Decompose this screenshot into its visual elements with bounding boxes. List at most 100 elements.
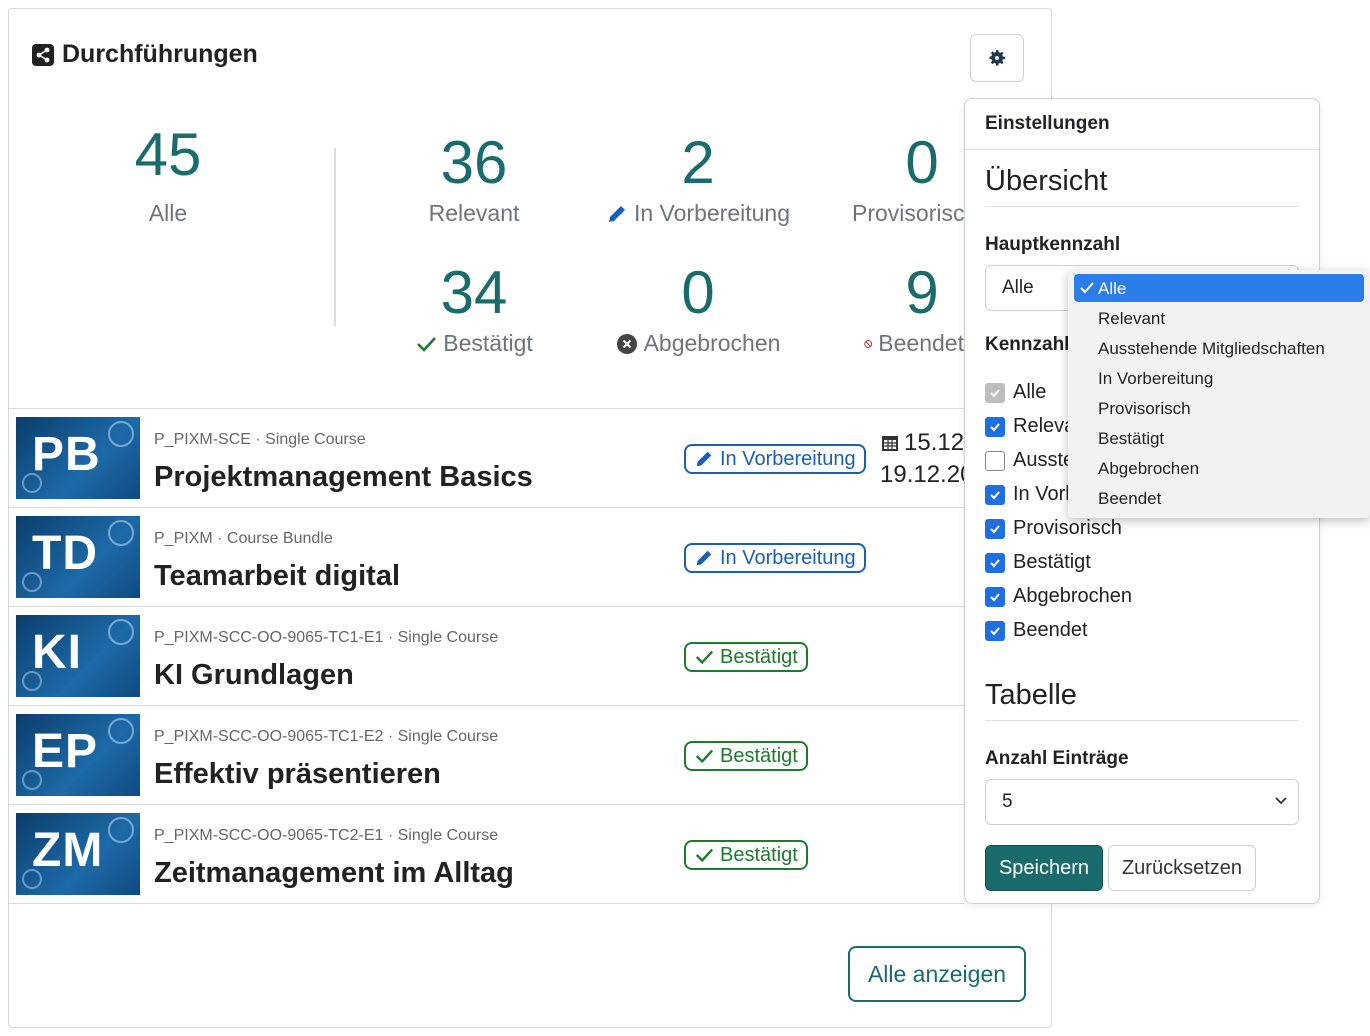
kpi-divider (334, 148, 336, 326)
dropdown-option-beendet[interactable]: Beendet (1068, 484, 1370, 514)
kpi-vorbereitung-label: In Vorbereitung (558, 200, 838, 227)
row-title[interactable]: Zeitmanagement im Alltag (154, 857, 514, 890)
checkbox-box (985, 382, 1005, 403)
row-subtitle: P_PIXM-SCC-OO-9065-TC1-E2 · Single Cours… (154, 728, 499, 745)
popover-title: Einstellungen (985, 113, 1110, 134)
share-icon (32, 43, 54, 66)
kpi-beendet-label: Beendet (864, 330, 964, 357)
checkbox-box (985, 450, 1005, 471)
kpi-beendet-text: Beendet (878, 330, 964, 356)
row-title[interactable]: KI Grundlagen (154, 659, 354, 692)
checkbox-box (985, 518, 1005, 539)
row-subtitle: P_PIXM-SCC-OO-9065-TC2-E1 · Single Cours… (154, 827, 499, 844)
dropdown-option-ausstehende[interactable]: Ausstehende Mitgliedschaften (1068, 334, 1370, 364)
kpi-bestaetigt-text: Bestätigt (443, 330, 533, 356)
status-badge: Bestätigt (684, 840, 808, 870)
checkbox-label: Bestätigt (1013, 551, 1091, 573)
kpi-alle-value: 45 (134, 121, 202, 188)
kpi-provisorisch-label: Provisorisch (846, 200, 964, 227)
dropdown-option-label: Bestätigt (1098, 429, 1165, 448)
thumbnail-abbr: TD (32, 527, 98, 580)
course-thumbnail: EP (16, 714, 140, 796)
checkbox-box (985, 484, 1005, 505)
entries-select-value: 5 (1002, 791, 1013, 812)
dropdown-option-label: Beendet (1098, 489, 1162, 508)
row-title[interactable]: Effektiv präsentieren (154, 758, 441, 791)
checkbox-alle[interactable]: Alle (985, 381, 1046, 404)
row-subtitle: P_PIXM-SCC-OO-9065-TC1-E1 · Single Cours… (154, 629, 499, 646)
status-badge: Bestätigt (684, 642, 808, 672)
dropdown-option-vorbereitung[interactable]: In Vorbereitung (1068, 364, 1370, 394)
check-icon (695, 650, 714, 665)
checkbox-label: Provisorisch (1013, 517, 1122, 539)
entries-select[interactable]: 5 (985, 779, 1299, 825)
checkbox-beendet[interactable]: Beendet (985, 619, 1088, 642)
table-row[interactable]: EP P_PIXM-SCC-OO-9065-TC1-E2 · Single Co… (8, 705, 964, 804)
status-badge: In Vorbereitung (684, 444, 866, 474)
table-row[interactable]: PB P_PIXM-SCE · Single Course Projektman… (8, 408, 1024, 507)
card-title-text: Durchführungen (62, 40, 258, 68)
thumbnail-abbr: KI (32, 626, 82, 679)
checkbox-box (985, 416, 1005, 437)
dropdown-option-label: Relevant (1098, 309, 1166, 328)
table-row[interactable]: ZM P_PIXM-SCC-OO-9065-TC2-E1 · Single Co… (8, 804, 964, 904)
row-title[interactable]: Teamarbeit digital (154, 560, 400, 593)
table-row[interactable]: TD P_PIXM · Course Bundle Teamarbeit dig… (8, 507, 964, 606)
kpi-bestaetigt-value[interactable]: 34 (354, 258, 594, 327)
pencil-icon (608, 205, 625, 222)
kpi-abgebrochen-text: Abgebrochen (643, 330, 781, 356)
checkbox-box (985, 620, 1005, 641)
main-kpi-label: Hauptkennzahl (985, 234, 1121, 255)
status-badge-text: In Vorbereitung (720, 447, 856, 470)
popover-header: Einstellungen (965, 99, 1319, 150)
section-table-title: Tabelle (985, 679, 1299, 721)
dropdown-option-bestaetigt[interactable]: Bestätigt (1068, 424, 1370, 454)
pencil-icon (696, 550, 712, 566)
status-badge-text: Bestätigt (720, 843, 798, 866)
dropdown-option-abgebrochen[interactable]: Abgebrochen (1068, 454, 1370, 484)
save-button[interactable]: Speichern (985, 845, 1103, 891)
checkbox-box (985, 586, 1005, 607)
checkbox-label: Alle (1013, 381, 1047, 403)
check-icon (695, 749, 714, 764)
row-title[interactable]: Projektmanagement Basics (154, 461, 533, 494)
dropdown-option-label: Provisorisch (1098, 399, 1191, 418)
course-thumbnail: PB (16, 417, 140, 499)
main-kpi-select-value: Alle (1002, 277, 1034, 298)
kpi-abgebrochen-label: Abgebrochen (558, 330, 838, 357)
table-row[interactable]: KI P_PIXM-SCC-OO-9065-TC1-E1 · Single Co… (8, 606, 964, 705)
thumbnail-abbr: EP (32, 725, 99, 778)
thumbnail-abbr: PB (32, 428, 101, 481)
course-thumbnail: KI (16, 615, 140, 697)
check-icon (695, 848, 714, 863)
kpi-abgebrochen-value[interactable]: 0 (578, 258, 818, 327)
checkbox-provisorisch[interactable]: Provisorisch (985, 517, 1122, 540)
ban-icon (864, 339, 872, 348)
reset-button[interactable]: Zurücksetzen (1108, 845, 1256, 891)
settings-button[interactable] (970, 34, 1024, 82)
course-thumbnail: TD (16, 516, 140, 598)
checkbox-bestaetigt[interactable]: Bestätigt (985, 551, 1091, 574)
dropdown-option-provisorisch[interactable]: Provisorisch (1068, 394, 1370, 424)
course-thumbnail: ZM (16, 813, 140, 895)
entries-label: Anzahl Einträge (985, 748, 1129, 769)
show-all-button[interactable]: Alle anzeigen (848, 946, 1026, 1002)
dropdown-option-label: Abgebrochen (1098, 459, 1200, 478)
check-icon (417, 336, 437, 352)
dropdown-option-relevant[interactable]: Relevant (1068, 304, 1370, 334)
checkbox-abgebrochen[interactable]: Abgebrochen (985, 585, 1132, 608)
status-badge-text: In Vorbereitung (720, 546, 856, 569)
checkbox-box (985, 552, 1005, 573)
thumbnail-abbr: ZM (32, 824, 104, 877)
kpi-vorbereitung-value[interactable]: 2 (578, 128, 818, 197)
status-badge-text: Bestätigt (720, 744, 798, 767)
dropdown-option-label: Ausstehende Mitgliedschaften (1098, 339, 1325, 358)
section-overview-title: Übersicht (985, 165, 1299, 207)
kpi-relevant-value[interactable]: 36 (354, 128, 594, 197)
check-icon (1080, 282, 1094, 294)
dropdown-option-alle[interactable]: Alle (1074, 274, 1364, 302)
calendar-icon (882, 436, 898, 451)
gear-icon (989, 50, 1005, 66)
checkbox-label: Abgebrochen (1013, 585, 1132, 607)
dropdown-option-label: Alle (1098, 279, 1127, 298)
